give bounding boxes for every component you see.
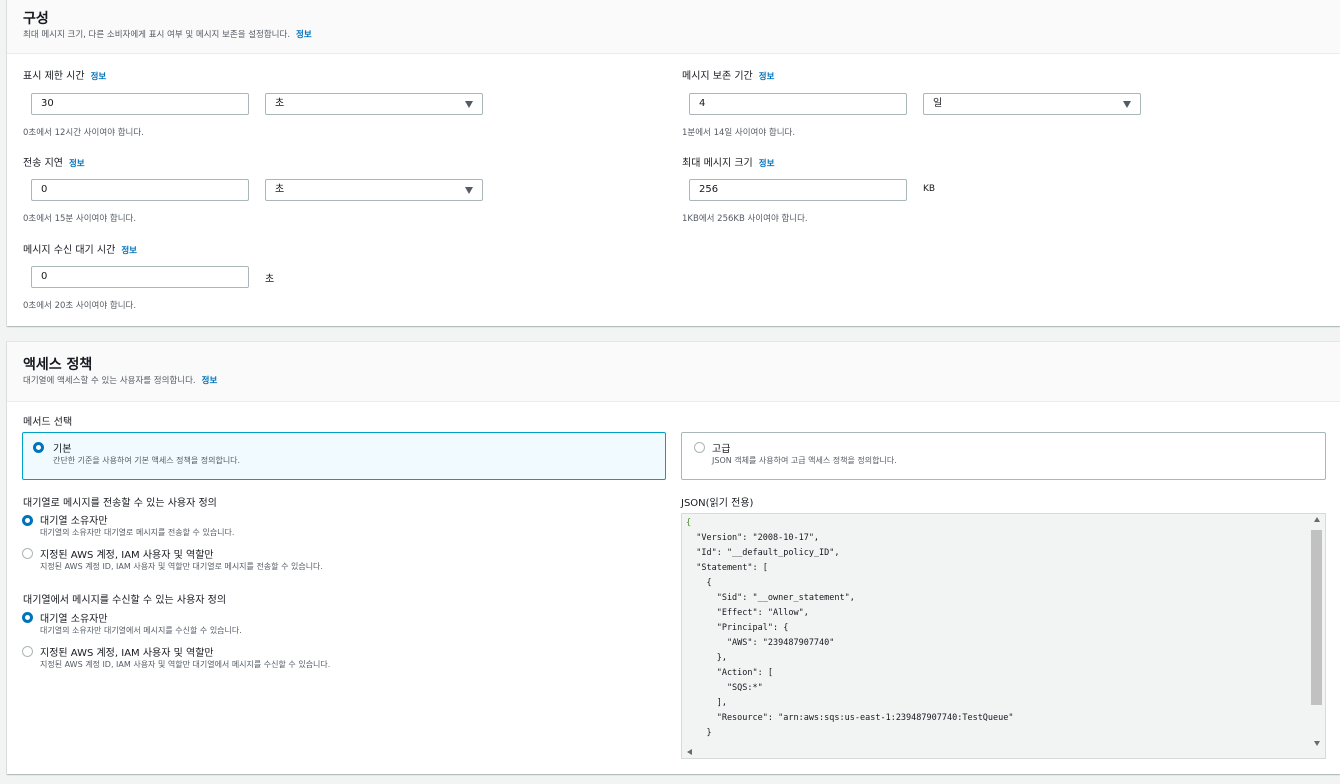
- json-line: "Resource": "arn:aws:sqs:us-east-1:23948…: [686, 713, 1014, 723]
- access-policy-header: 액세스 정책 대기열에 액세스할 수 있는 사용자를 정의합니다. 정보: [7, 342, 1340, 402]
- json-line: "Action": [: [686, 668, 773, 678]
- access-policy-info-link[interactable]: 정보: [202, 376, 218, 386]
- visibility-timeout-info-link[interactable]: 정보: [91, 72, 107, 82]
- method-advanced-title: 고급: [712, 444, 731, 455]
- receive-wait-label-text: 메시지 수신 대기 시간: [23, 245, 116, 256]
- json-line: "Sid": "__owner_statement",: [686, 593, 855, 603]
- configuration-header: 구성 최대 메시지 크기, 다른 소비자에게 표시 여부 및 메시지 보존을 설…: [7, 0, 1340, 54]
- json-line: "Id": "__default_policy_ID",: [686, 548, 840, 558]
- receive-owner-radio[interactable]: [22, 612, 33, 623]
- retention-label-text: 메시지 보존 기간: [682, 71, 753, 82]
- visibility-timeout-hint: 0초에서 12시간 사이여야 합니다.: [23, 128, 144, 138]
- chevron-down-icon: [465, 101, 473, 108]
- max-size-info-link[interactable]: 정보: [759, 159, 775, 169]
- receive-owner-title[interactable]: 대기열 소유자만: [40, 610, 108, 625]
- max-size-label: 최대 메시지 크기 정보: [682, 154, 774, 169]
- json-line: "AWS": "239487907740": [686, 638, 835, 648]
- json-line: {: [686, 578, 712, 588]
- json-line: ],: [686, 698, 727, 708]
- json-line: },: [686, 653, 727, 663]
- access-policy-title: 액세스 정책: [23, 357, 93, 373]
- retention-info-link[interactable]: 정보: [759, 72, 775, 82]
- json-line: "SQS:*": [686, 683, 763, 693]
- receive-group-label: 대기열에서 메시지를 수신할 수 있는 사용자 정의: [23, 595, 227, 606]
- retention-unit-select[interactable]: 일: [923, 93, 1141, 115]
- json-policy-viewer[interactable]: { "Version": "2008-10-17", "Id": "__defa…: [681, 513, 1326, 759]
- receive-wait-unit: 초: [265, 274, 275, 285]
- send-owner-title[interactable]: 대기열 소유자만: [40, 512, 108, 527]
- send-specified-title[interactable]: 지정된 AWS 계정, IAM 사용자 및 역할만: [40, 546, 214, 561]
- chevron-down-icon: [465, 187, 473, 194]
- send-specified-desc: 지정된 AWS 계정 ID, IAM 사용자 및 역할만 대기열로 메시지를 전…: [40, 562, 323, 571]
- send-owner-desc: 대기열의 소유자만 대기열로 메시지를 전송할 수 있습니다.: [40, 528, 235, 537]
- delivery-delay-hint: 0초에서 15분 사이여야 합니다.: [23, 214, 137, 224]
- delivery-delay-unit-select[interactable]: 초: [265, 179, 483, 201]
- max-size-label-text: 최대 메시지 크기: [682, 158, 753, 169]
- max-size-hint: 1KB에서 256KB 사이여야 합니다.: [682, 214, 808, 224]
- method-advanced-tile[interactable]: 고급 JSON 객체를 사용하여 고급 액세스 정책을 정의합니다.: [681, 432, 1326, 480]
- visibility-timeout-label-text: 표시 제한 시간: [23, 71, 85, 82]
- scroll-left-icon[interactable]: [687, 749, 692, 755]
- method-basic-tile[interactable]: 기본 간단한 기준을 사용하여 기본 액세스 정책을 정의합니다.: [22, 432, 666, 480]
- json-line: "Version": "2008-10-17",: [686, 533, 820, 543]
- send-specified-radio[interactable]: [22, 548, 33, 559]
- max-size-input[interactable]: 256: [689, 179, 907, 201]
- visibility-timeout-label: 표시 제한 시간 정보: [23, 67, 106, 82]
- receive-specified-radio[interactable]: [22, 646, 33, 657]
- delivery-delay-label-text: 전송 지연: [23, 158, 63, 169]
- send-group-label: 대기열로 메시지를 전송할 수 있는 사용자 정의: [23, 498, 217, 509]
- method-label: 메서드 선택: [23, 417, 73, 428]
- configuration-description-text: 최대 메시지 크기, 다른 소비자에게 표시 여부 및 메시지 보존을 설정합니…: [23, 30, 291, 40]
- json-line: "Principal": {: [686, 623, 789, 633]
- configuration-panel: 구성 최대 메시지 크기, 다른 소비자에게 표시 여부 및 메시지 보존을 설…: [7, 0, 1340, 326]
- access-policy-description-text: 대기열에 액세스할 수 있는 사용자를 정의합니다.: [23, 376, 196, 386]
- receive-wait-label: 메시지 수신 대기 시간 정보: [23, 241, 137, 256]
- method-advanced-radio[interactable]: [694, 442, 705, 453]
- visibility-timeout-unit-value: 초: [275, 98, 285, 109]
- delivery-delay-info-link[interactable]: 정보: [69, 159, 85, 169]
- json-line: {: [686, 518, 692, 528]
- visibility-timeout-unit-select[interactable]: 초: [265, 93, 483, 115]
- retention-label: 메시지 보존 기간 정보: [682, 67, 774, 82]
- max-size-unit: KB: [923, 184, 936, 194]
- receive-specified-desc: 지정된 AWS 계정 ID, IAM 사용자 및 역할만 대기열에서 메시지를 …: [40, 660, 331, 669]
- json-scroll-thumb[interactable]: [1311, 530, 1322, 705]
- method-basic-radio[interactable]: [33, 442, 44, 453]
- chevron-down-icon: [1123, 101, 1131, 108]
- json-line: }: [686, 728, 712, 738]
- json-line: "Statement": [: [686, 563, 768, 573]
- retention-unit-value: 일: [933, 98, 943, 109]
- delivery-delay-input[interactable]: 0: [31, 179, 249, 201]
- json-line: "Effect": "Allow",: [686, 608, 809, 618]
- retention-hint: 1분에서 14일 사이여야 합니다.: [682, 128, 796, 138]
- method-advanced-desc: JSON 객체를 사용하여 고급 액세스 정책을 정의합니다.: [712, 456, 897, 465]
- receive-specified-title[interactable]: 지정된 AWS 계정, IAM 사용자 및 역할만: [40, 644, 214, 659]
- retention-input[interactable]: 4: [689, 93, 907, 115]
- receive-wait-input[interactable]: 0: [31, 266, 249, 288]
- scroll-up-icon[interactable]: [1314, 517, 1320, 522]
- scroll-down-icon[interactable]: [1314, 741, 1320, 746]
- delivery-delay-unit-value: 초: [275, 184, 285, 195]
- receive-owner-desc: 대기열의 소유자만 대기열에서 메시지를 수신할 수 있습니다.: [40, 626, 242, 635]
- visibility-timeout-input[interactable]: 30: [31, 93, 249, 115]
- configuration-info-link[interactable]: 정보: [296, 30, 312, 40]
- delivery-delay-label: 전송 지연 정보: [23, 154, 85, 169]
- method-basic-desc: 간단한 기준을 사용하여 기본 액세스 정책을 정의합니다.: [53, 456, 241, 465]
- method-basic-title: 기본: [53, 444, 72, 455]
- access-policy-description: 대기열에 액세스할 수 있는 사용자를 정의합니다. 정보: [23, 374, 217, 386]
- receive-wait-info-link[interactable]: 정보: [121, 246, 137, 256]
- receive-wait-hint: 0초에서 20초 사이여야 합니다.: [23, 301, 137, 311]
- access-policy-panel: 액세스 정책 대기열에 액세스할 수 있는 사용자를 정의합니다. 정보 메서드 …: [7, 342, 1340, 774]
- json-label: JSON(읽기 전용): [681, 498, 754, 509]
- send-owner-radio[interactable]: [22, 515, 33, 526]
- configuration-description: 최대 메시지 크기, 다른 소비자에게 표시 여부 및 메시지 보존을 설정합니…: [23, 28, 312, 40]
- configuration-title: 구성: [23, 11, 49, 27]
